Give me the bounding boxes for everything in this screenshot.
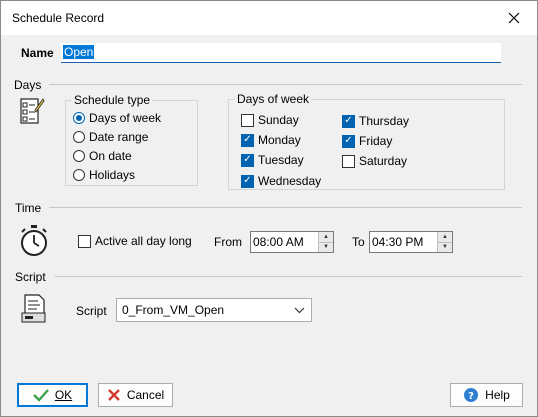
schedule-record-dialog: Schedule Record Name Open Days Schedule … [0,0,538,417]
to-time-spinner[interactable]: 04:30 PM ▲ ▼ [369,231,453,253]
checkbox-saturday[interactable]: Saturday [342,154,407,168]
name-value: Open [63,45,95,59]
checkmark-icon: ✓ [241,153,254,167]
radio-label: Date range [89,130,149,144]
ok-label: OK [54,388,73,402]
help-button[interactable]: ? Help [450,383,523,407]
radio-selected-icon [73,112,85,124]
radio-unselected-icon [73,150,85,162]
calendar-checklist-icon [20,98,45,124]
spin-up-icon[interactable]: ▲ [438,232,452,243]
checkbox-thursday[interactable]: ✓ Thursday [342,114,409,128]
checkbox-monday[interactable]: ✓ Monday [241,133,301,147]
checkbox-label: Monday [258,133,301,147]
checkmark-icon: ✓ [342,114,355,128]
checkbox-label: Friday [359,134,393,148]
name-input[interactable]: Open [61,43,501,63]
script-field-label: Script [76,304,107,318]
checkbox-friday[interactable]: ✓ Friday [342,134,392,148]
radio-unselected-icon [73,131,85,143]
checkbox-sunday[interactable]: Sunday [241,113,299,127]
cancel-x-icon [107,389,120,401]
chevron-down-icon [294,307,305,314]
spin-down-icon[interactable]: ▼ [319,242,333,252]
checkbox-label: Saturday [359,154,408,168]
script-document-icon [21,294,46,323]
time-divider [49,207,522,208]
checkbox-label: Sunday [258,113,299,127]
checkbox-unchecked-icon [241,113,254,127]
script-select-value: 0_From_VM_Open [122,303,225,317]
checkmark-icon: ✓ [241,174,254,188]
name-label: Name [21,46,54,60]
cancel-label: Cancel [126,388,165,402]
checkbox-unchecked-icon [342,154,355,168]
cancel-button[interactable]: Cancel [98,383,173,407]
time-section-label: Time [15,201,42,215]
radio-label: On date [89,149,132,163]
checkbox-label: Active all day long [95,234,192,248]
help-icon: ? [464,388,479,402]
radio-label: Holidays [89,168,136,182]
to-label: To [352,235,365,249]
radio-on-date[interactable]: On date [73,149,132,163]
checkmark-icon: ✓ [241,133,254,147]
schedule-type-title: Schedule type [72,93,153,107]
help-label: Help [485,388,510,402]
days-of-week-title: Days of week [235,92,312,106]
radio-unselected-icon [73,169,85,181]
checkbox-label: Wednesday [258,174,322,188]
radio-date-range[interactable]: Date range [73,130,148,144]
checkbox-active-all-day[interactable]: Active all day long [78,234,192,248]
script-section-label: Script [15,270,46,284]
spin-down-icon[interactable]: ▼ [438,242,452,252]
from-time-value[interactable]: 08:00 AM [251,232,318,252]
checkmark-icon: ✓ [342,134,355,148]
from-time-spinner[interactable]: 08:00 AM ▲ ▼ [250,231,334,253]
script-select[interactable]: 0_From_VM_Open [116,298,312,322]
close-icon [508,12,520,24]
checkmark-icon [32,389,49,402]
spin-up-icon[interactable]: ▲ [319,232,333,243]
spinner-arrows: ▲ ▼ [318,232,333,252]
from-label: From [214,235,242,249]
spinner-arrows: ▲ ▼ [437,232,452,252]
title-bar: Schedule Record [1,1,537,35]
close-button[interactable] [491,1,537,35]
radio-holidays[interactable]: Holidays [73,168,135,182]
script-divider [55,276,522,277]
days-section-label: Days [14,78,42,92]
checkbox-label: Thursday [359,114,410,128]
window-title: Schedule Record [12,11,105,25]
ok-button[interactable]: OK [17,383,88,407]
radio-label: Days of week [89,111,162,125]
days-divider [49,84,522,85]
to-time-value[interactable]: 04:30 PM [370,232,437,252]
stopwatch-icon [21,225,47,256]
radio-days-of-week[interactable]: Days of week [73,111,161,125]
checkbox-unchecked-icon [78,234,91,248]
checkbox-label: Tuesday [258,153,304,167]
svg-text:?: ? [468,391,474,402]
checkbox-wednesday[interactable]: ✓ Wednesday [241,174,321,188]
checkbox-tuesday[interactable]: ✓ Tuesday [241,153,304,167]
